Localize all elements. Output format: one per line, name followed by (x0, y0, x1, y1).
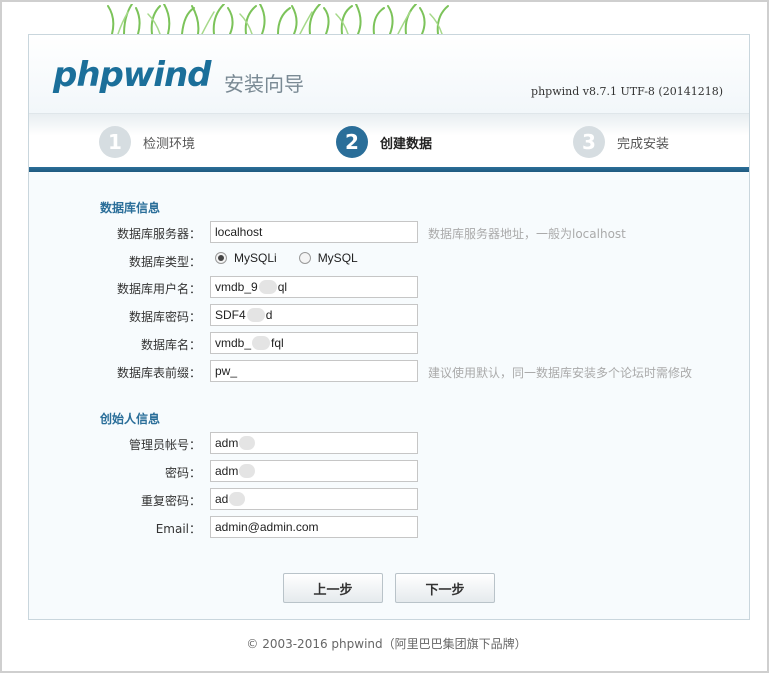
version-text: phpwind v8.7.1 UTF-8 (20141218) (531, 85, 723, 98)
step-number-1: 1 (99, 126, 131, 158)
db-server-label: 数据库服务器： (116, 227, 201, 241)
admin-email-row: Email： (29, 516, 749, 538)
redaction-blur (239, 436, 256, 450)
admin-account-label: 管理员帐号： (128, 438, 201, 452)
wizard-title: 安装向导 (224, 72, 304, 96)
step-label-2: 创建数据 (380, 136, 433, 152)
db-prefix-hint: 建议使用默认，同一数据库安装多个论坛时需修改 (428, 366, 693, 380)
db-type-mysql-label[interactable]: MySQL (318, 251, 358, 265)
db-user-input[interactable]: vmdb_9 ql (210, 276, 418, 298)
db-password-row: 数据库密码： SDF4 d (29, 304, 749, 326)
admin-password-value: adm (215, 464, 239, 478)
db-type-mysqli-radio[interactable] (215, 252, 227, 264)
db-name-value-tail: fql (271, 336, 284, 350)
redaction-blur (229, 492, 246, 506)
phpwind-logo: phpwind (53, 55, 211, 95)
admin-password-row: 密码： adm (29, 460, 749, 482)
admin-repeat-password-row: 重复密码： ad (29, 488, 749, 510)
redaction-blur (252, 336, 271, 350)
db-section-title: 数据库信息 (100, 201, 161, 215)
db-user-value: vmdb_9 (215, 280, 258, 294)
admin-account-value: adm (215, 436, 239, 450)
step-label-3: 完成安装 (617, 136, 670, 152)
admin-repeat-password-label: 重复密码： (140, 494, 201, 508)
redaction-blur (246, 308, 265, 322)
admin-email-label: Email： (155, 522, 201, 536)
admin-repeat-password-value: ad (215, 492, 229, 506)
db-server-input[interactable] (210, 221, 418, 243)
db-password-label: 数据库密码： (128, 310, 201, 324)
admin-account-row: 管理员帐号： adm (29, 432, 749, 454)
db-type-radio-group: MySQLi MySQL (215, 251, 380, 265)
step-label-1: 检测环境 (143, 136, 196, 152)
grass-decoration (107, 4, 449, 34)
redaction-blur (258, 280, 277, 294)
founder-section-title: 创始人信息 (100, 412, 161, 426)
db-name-input[interactable]: vmdb_ fql (210, 332, 418, 354)
db-user-value-tail: ql (277, 280, 288, 294)
installer-panel: phpwind 安装向导 phpwind v8.7.1 UTF-8 (20141… (28, 34, 750, 620)
next-step-button[interactable]: 下一步 (395, 573, 495, 603)
step-number-3: 3 (573, 126, 605, 158)
db-user-label: 数据库用户名： (116, 282, 201, 296)
db-prefix-input[interactable] (210, 360, 418, 382)
step-progress-bar (29, 167, 749, 172)
step-complete-install: 3 完成安装 (573, 126, 669, 158)
db-type-mysqli-label[interactable]: MySQLi (234, 251, 277, 265)
db-password-input[interactable]: SDF4 d (210, 304, 418, 326)
header: phpwind 安装向导 phpwind v8.7.1 UTF-8 (20141… (29, 35, 749, 113)
installer-window: phpwind 安装向导 phpwind v8.7.1 UTF-8 (20141… (0, 0, 769, 673)
db-type-row: 数据库类型： MySQLi MySQL (29, 249, 749, 271)
step-number-2: 2 (336, 126, 368, 158)
step-create-data: 2 创建数据 (336, 126, 432, 158)
db-password-value-tail: d (265, 308, 273, 322)
db-type-mysql-radio[interactable] (298, 252, 311, 264)
admin-password-label: 密码： (164, 466, 201, 480)
admin-account-input[interactable]: adm (210, 432, 418, 454)
db-type-label: 数据库类型： (128, 255, 201, 269)
admin-password-input[interactable]: adm (210, 460, 418, 482)
db-name-label: 数据库名： (140, 338, 201, 352)
db-prefix-row: 数据库表前缀： 建议使用默认，同一数据库安装多个论坛时需修改 (29, 360, 749, 382)
db-name-value: vmdb_ (215, 336, 252, 350)
db-password-value: SDF4 (215, 308, 246, 322)
db-user-row: 数据库用户名： vmdb_9 ql (29, 276, 749, 298)
admin-repeat-password-input[interactable]: ad (210, 488, 418, 510)
db-server-hint: 数据库服务器地址，一般为localhost (428, 227, 626, 241)
admin-email-input[interactable] (210, 516, 418, 538)
footer-copyright: © 2003-2016 phpwind（阿里巴巴集团旗下品牌） (246, 637, 527, 651)
step-check-environment: 1 检测环境 (99, 126, 195, 158)
redaction-blur (239, 464, 256, 478)
db-server-row: 数据库服务器： 数据库服务器地址，一般为localhost (29, 221, 749, 243)
step-indicator: 1 检测环境 2 创建数据 3 完成安装 (29, 113, 749, 168)
db-name-row: 数据库名： vmdb_ fql (29, 332, 749, 354)
db-prefix-label: 数据库表前缀： (116, 366, 201, 380)
prev-step-button[interactable]: 上一步 (283, 573, 383, 603)
step-progress-fill (29, 167, 749, 172)
